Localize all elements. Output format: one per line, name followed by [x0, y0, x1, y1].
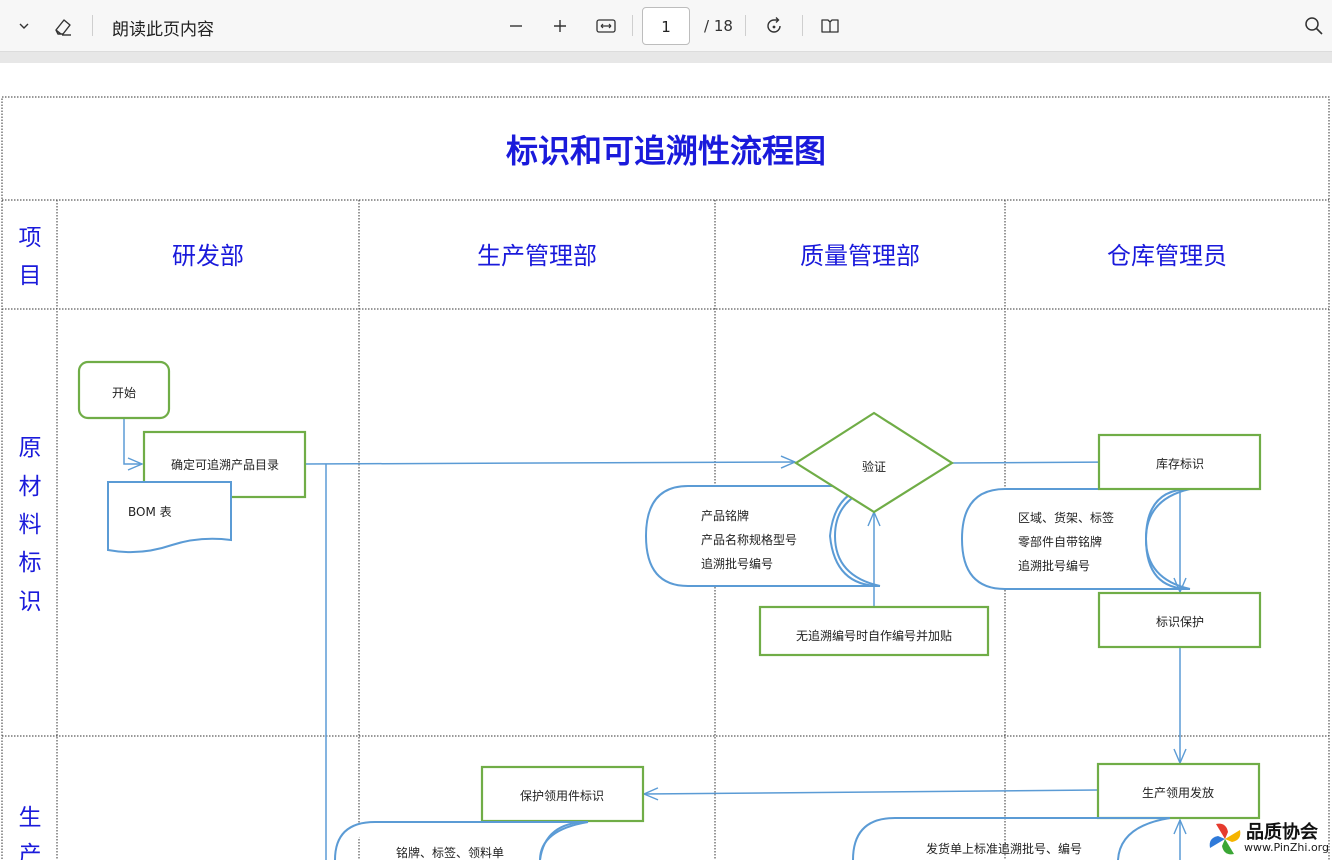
protect-picked-label: 保护领用件标识: [520, 789, 604, 803]
col-header-quality: 质量管理部: [800, 242, 920, 270]
row-label-production: 生 产: [19, 805, 42, 860]
svg-text:生: 生: [19, 805, 42, 831]
production-issue-label: 生产领用发放: [1142, 785, 1214, 800]
mark-protect-label: 标识保护: [1156, 615, 1204, 629]
product-info-line-1: 产品铭牌: [701, 508, 749, 523]
product-info-line-2: 产品名称规格型号: [701, 532, 797, 547]
fit-width-icon[interactable]: [590, 10, 622, 42]
pinwheel-icon: [1209, 823, 1241, 855]
col-header-rd: 研发部: [172, 242, 244, 270]
watermark-logo: 品质协会 www.PinZhi.org: [1206, 818, 1330, 858]
define-list-label: 确定可追溯产品目录: [171, 457, 279, 472]
issue-note-label: 发货单上标准追溯批号、编号: [926, 841, 1082, 856]
stock-mark-label: 库存标识: [1156, 456, 1204, 471]
pdf-toolbar: 朗读此页内容 1 / 18: [0, 0, 1332, 52]
page-total: / 18: [704, 17, 733, 35]
zoom-in-icon[interactable]: [544, 10, 576, 42]
svg-text:料: 料: [19, 512, 42, 538]
toolbar-divider: [802, 15, 803, 36]
verify-label: 验证: [862, 459, 886, 474]
page-view-icon[interactable]: [814, 10, 846, 42]
eraser-icon[interactable]: [47, 10, 79, 42]
col-item-char-1: 项: [19, 225, 42, 251]
read-aloud-button[interactable]: 朗读此页内容: [112, 15, 214, 40]
bom-label: BOM 表: [128, 505, 172, 519]
chevron-down-icon[interactable]: [8, 10, 40, 42]
product-info-line-3: 追溯批号编号: [701, 556, 773, 571]
pdf-page: 标识和可追溯性流程图 项 目 研发部 生产管理部 质量管理部 仓库管理员 原 材…: [0, 63, 1332, 860]
toolbar-divider: [745, 15, 746, 36]
toolbar-divider: [92, 15, 93, 36]
search-icon[interactable]: [1298, 10, 1330, 42]
page-number-input[interactable]: 1: [642, 7, 690, 45]
svg-text:材: 材: [19, 474, 42, 500]
col-header-production: 生产管理部: [477, 242, 597, 270]
nameplate-tags-label: 铭牌、标签、领料单: [396, 845, 504, 860]
stock-info-line-1: 区域、货架、标签: [1018, 510, 1114, 525]
stock-info-line-2: 零部件自带铭牌: [1018, 534, 1102, 549]
svg-text:原: 原: [19, 435, 42, 461]
watermark-url: www.PinZhi.org: [1244, 841, 1329, 854]
zoom-out-icon[interactable]: [500, 10, 532, 42]
stock-info-line-3: 追溯批号编号: [1018, 558, 1090, 573]
svg-text:产: 产: [19, 842, 42, 860]
row-label-raw-material: 原 材 料 标 识: [19, 435, 42, 615]
viewer-background: [0, 52, 1332, 63]
svg-text:标: 标: [19, 550, 42, 576]
rotate-icon[interactable]: [758, 10, 790, 42]
start-label: 开始: [112, 386, 136, 400]
col-header-warehouse: 仓库管理员: [1107, 242, 1227, 270]
self-number-label: 无追溯编号时自作编号并加贴: [796, 628, 952, 643]
flowchart-canvas: 标识和可追溯性流程图 项 目 研发部 生产管理部 质量管理部 仓库管理员 原 材…: [1, 96, 1330, 860]
col-item-char-2: 目: [19, 263, 42, 289]
toolbar-divider: [632, 15, 633, 36]
document-title: 标识和可追溯性流程图: [506, 132, 826, 170]
svg-text:识: 识: [19, 589, 42, 615]
